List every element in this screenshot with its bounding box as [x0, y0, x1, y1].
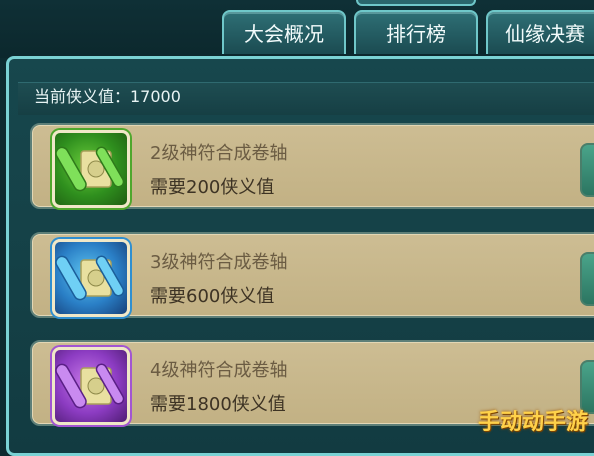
reward-item[interactable]: 2级神符合成卷轴 需要200侠义值 — [30, 123, 594, 209]
item-title: 4级神符合成卷轴 — [150, 360, 288, 381]
green-scroll-icon — [52, 130, 130, 208]
item-requirement: 需要600侠义值 — [150, 286, 275, 307]
item-title: 2级神符合成卷轴 — [150, 143, 288, 164]
purple-scroll-icon — [52, 347, 130, 425]
exchange-button[interactable] — [580, 252, 594, 306]
tab-overview[interactable]: 大会概况 — [222, 10, 346, 54]
item-requirement: 需要200侠义值 — [150, 177, 275, 198]
tab-leaderboard[interactable]: 排行榜 — [354, 10, 478, 54]
top-tab-edge — [356, 0, 476, 6]
exchange-button[interactable] — [580, 143, 594, 197]
tab-finals[interactable]: 仙缘决赛 — [486, 10, 594, 54]
item-requirement: 需要1800侠义值 — [150, 394, 286, 415]
item-title: 3级神符合成卷轴 — [150, 252, 288, 273]
blue-scroll-icon — [52, 239, 130, 317]
current-value-label: 当前侠义值：17000 — [34, 87, 181, 106]
reward-item[interactable]: 3级神符合成卷轴 需要600侠义值 — [30, 232, 594, 318]
watermark: 手动动手游 — [477, 410, 588, 435]
